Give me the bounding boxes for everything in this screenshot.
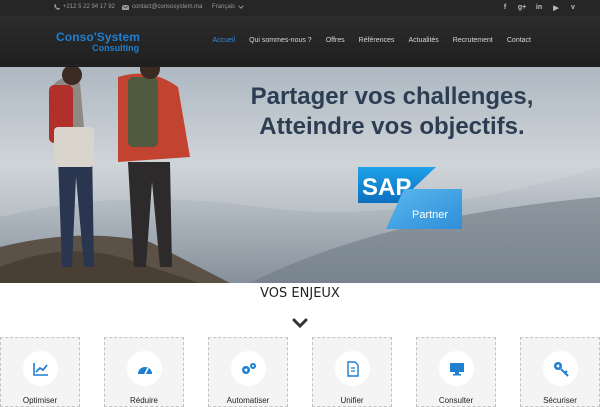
social-links: f g+ in ▶ v — [500, 2, 578, 13]
logo-line-2: Consulting — [92, 43, 140, 53]
language-selector[interactable]: Français — [212, 4, 244, 10]
card-label: Unifier — [340, 396, 364, 405]
chevron-down-icon — [238, 5, 244, 9]
google-plus-icon[interactable]: g+ — [517, 2, 527, 13]
gears-icon — [231, 351, 266, 386]
hero-banner: Partager vos challenges, Atteindre vos o… — [0, 67, 600, 283]
nav-item-offres[interactable]: Offres — [319, 37, 352, 44]
card-automatiser[interactable]: Automatiser — [208, 337, 288, 407]
card-securiser[interactable]: Sécuriser — [520, 337, 600, 407]
phone-icon — [54, 4, 60, 10]
key-icon — [543, 351, 578, 386]
hero-line-2: Atteindre vos objectifs. — [259, 113, 525, 140]
enjeux-cards: Optimiser Réduire Automatiser Unifier Co… — [0, 337, 600, 407]
chart-line-icon — [23, 351, 58, 386]
site-header: Conso'System Consulting Accueil Qui somm… — [0, 16, 600, 67]
hero-line-1: Partager vos challenges, — [250, 83, 534, 110]
partner-badge-text: Partner — [412, 209, 448, 221]
facebook-icon[interactable]: f — [500, 2, 510, 13]
monitor-icon — [439, 351, 474, 386]
card-label: Consulter — [438, 396, 474, 405]
email-contact[interactable]: contact@consosystem.ma — [122, 4, 202, 10]
email-address: contact@consosystem.ma — [132, 4, 203, 10]
nav-item-references[interactable]: Références — [352, 37, 402, 44]
phone-contact[interactable]: +212 5 22 94 17 92 — [54, 4, 115, 10]
nav-item-contact[interactable]: Contact — [500, 37, 538, 44]
card-label: Réduire — [129, 396, 158, 405]
site-logo[interactable]: Conso'System Consulting — [56, 31, 140, 54]
card-consulter[interactable]: Consulter — [416, 337, 496, 407]
document-icon — [335, 351, 370, 386]
nav-item-actualites[interactable]: Actualités — [401, 37, 445, 44]
vimeo-icon[interactable]: v — [568, 2, 578, 13]
sap-partner-logo: SAP Partner — [358, 167, 462, 229]
card-label: Automatiser — [226, 396, 270, 405]
card-label: Optimiser — [22, 396, 58, 405]
linkedin-icon[interactable]: in — [534, 2, 544, 13]
youtube-icon[interactable]: ▶ — [551, 2, 561, 13]
card-unifier[interactable]: Unifier — [312, 337, 392, 407]
envelope-icon — [122, 4, 129, 10]
chevron-down-icon[interactable] — [292, 315, 308, 333]
card-reduire[interactable]: Réduire — [104, 337, 184, 407]
main-nav: Accueil Qui sommes-nous ? Offres Référen… — [205, 37, 538, 44]
nav-item-qui-sommes-nous[interactable]: Qui sommes-nous ? — [242, 37, 319, 44]
nav-item-accueil[interactable]: Accueil — [205, 37, 242, 44]
phone-number: +212 5 22 94 17 92 — [63, 4, 115, 10]
logo-line-1: Conso'System — [56, 30, 141, 44]
gauge-icon — [127, 351, 162, 386]
hero-headline: Partager vos challenges, Atteindre vos o… — [222, 82, 562, 142]
nav-item-recrutement[interactable]: Recrutement — [446, 37, 500, 44]
top-bar: +212 5 22 94 17 92 contact@consosystem.m… — [0, 0, 600, 16]
card-optimiser[interactable]: Optimiser — [0, 337, 80, 407]
card-label: Sécuriser — [543, 396, 577, 405]
language-label: Français — [212, 4, 236, 10]
section-title: VOS ENJEUX — [260, 286, 340, 301]
